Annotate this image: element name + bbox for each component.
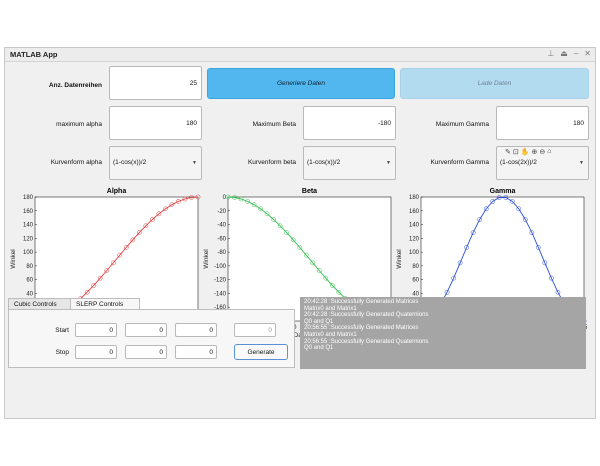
- chevron-down-icon: ▼: [192, 160, 197, 166]
- y-tick-label: 100: [23, 250, 34, 256]
- y-tick-label: 120: [23, 236, 34, 242]
- y-axis-label: Winkel: [203, 249, 210, 269]
- alpha-curve-dropdown[interactable]: (1-cos(x))/2 ▼: [109, 146, 202, 180]
- chevron-down-icon: ▼: [579, 160, 584, 166]
- y-tick-label: 180: [409, 195, 420, 201]
- alpha-max-label: maximum alpha: [56, 121, 102, 128]
- alpha-max-field[interactable]: 180: [109, 106, 202, 140]
- gamma-max-field[interactable]: 180: [496, 106, 589, 140]
- start-label: Start: [55, 327, 69, 334]
- controls-tab-group: Cubic Controls SLERP Controls Start 0 0 …: [8, 298, 295, 368]
- log-line: 20:42:28 :Successfully Generated Matrice…: [304, 299, 419, 305]
- log-line: 20:56:55 :Successfully Generated Quatern…: [304, 338, 429, 345]
- log-line: 20:42:28 :Successfully Generated Quatern…: [304, 312, 429, 319]
- y-tick-label: 60: [412, 278, 419, 284]
- y-tick-label: 100: [409, 250, 420, 256]
- zoom-in-icon[interactable]: ⊕: [531, 148, 537, 156]
- y-tick-label: 140: [23, 223, 34, 229]
- gamma-curve-value: (1-cos(2x))/2: [500, 159, 537, 166]
- chevron-down-icon: ▼: [386, 160, 391, 166]
- stop-field-3[interactable]: 0: [175, 345, 217, 359]
- y-tick-label: -140: [214, 291, 227, 297]
- title-bar: MATLAB App ⊥ ⏏ – ✕: [5, 48, 595, 62]
- load-data-button[interactable]: Lade Daten: [400, 68, 589, 99]
- beta-max-field[interactable]: -180: [303, 106, 396, 140]
- alpha-curve-value: (1-cos(x))/2: [113, 159, 147, 166]
- window-title: MATLAB App: [10, 50, 58, 59]
- y-tick-label: 80: [26, 264, 33, 270]
- y-tick-label: -20: [217, 209, 226, 215]
- stop-field-1[interactable]: 0: [75, 345, 117, 359]
- beta-max-label: Maximum Beta: [252, 121, 296, 128]
- stop-label: Stop: [55, 349, 69, 356]
- start-field-4[interactable]: 0: [234, 323, 276, 337]
- brush-icon[interactable]: ✎: [505, 148, 511, 156]
- y-tick-label: -60: [217, 236, 226, 242]
- alpha-curve-label: Kurvenform alpha: [50, 159, 102, 166]
- gamma-max-label: Maximum Gamma: [435, 121, 489, 128]
- beta-curve-label: Kurvenform beta: [247, 159, 296, 166]
- y-tick-label: 80: [412, 264, 419, 270]
- y-tick-label: 40: [26, 291, 33, 297]
- zoom-out-icon[interactable]: ⊖: [539, 148, 545, 156]
- y-tick-label: 140: [409, 223, 420, 229]
- log-panel: 20:42:28 :Successfully Generated Matrice…: [300, 297, 586, 369]
- datatip-icon[interactable]: ⊡: [513, 148, 519, 156]
- pan-icon[interactable]: ✋: [521, 148, 530, 156]
- chart-title: Alpha: [107, 188, 127, 195]
- close-icon[interactable]: ✕: [584, 49, 591, 58]
- undock-icon[interactable]: ⏏: [560, 49, 568, 58]
- y-axis-label: Winkel: [10, 249, 17, 269]
- start-field-3[interactable]: 0: [175, 323, 217, 337]
- minimize-icon[interactable]: –: [574, 49, 578, 58]
- pin-icon[interactable]: ⊥: [547, 49, 554, 58]
- y-axis-label: Winkel: [396, 249, 403, 269]
- stop-field-2[interactable]: 0: [125, 345, 167, 359]
- beta-curve-value: (1-cos(x))/2: [307, 159, 341, 166]
- generate-button[interactable]: Generate: [234, 344, 288, 360]
- chart-title: Beta: [302, 188, 317, 195]
- y-tick-label: 160: [409, 209, 420, 215]
- start-field-2[interactable]: 0: [125, 323, 167, 337]
- y-tick-label: 180: [23, 195, 34, 201]
- chart-title: Gamma: [490, 188, 516, 195]
- y-tick-label: -100: [214, 264, 227, 270]
- log-line: Matrix0 and Matrix1: [304, 305, 357, 312]
- log-line: Q0 and Q1: [304, 345, 334, 352]
- slerp-controls-panel: Start 0 0 0 0 Stop 0 0 0 Generate: [8, 309, 295, 368]
- y-tick-label: 120: [409, 236, 420, 242]
- beta-curve-dropdown[interactable]: (1-cos(x))/2 ▼: [303, 146, 396, 180]
- log-line: Matrix0 and Matrix1: [304, 331, 357, 338]
- y-tick-label: -40: [217, 223, 226, 229]
- y-tick-label: 60: [26, 278, 33, 284]
- y-tick-label: -120: [214, 278, 227, 284]
- start-field-1[interactable]: 0: [75, 323, 117, 337]
- y-tick-label: 160: [23, 209, 34, 215]
- home-icon[interactable]: ⌂: [547, 148, 551, 156]
- count-label: Anz. Datenreihen: [48, 82, 102, 89]
- generate-data-button[interactable]: Generiere Daten: [207, 68, 395, 99]
- log-line: Q0 and Q1: [304, 318, 334, 325]
- log-line: 20:56:55 :Successfully Generated Matrice…: [304, 325, 419, 332]
- axes-toolbar: ✎ ⊡ ✋ ⊕ ⊖ ⌂: [505, 148, 551, 156]
- y-tick-label: -80: [217, 250, 226, 256]
- gamma-curve-label: Kurvenform Gamma: [430, 159, 489, 166]
- count-field[interactable]: 25: [109, 66, 202, 100]
